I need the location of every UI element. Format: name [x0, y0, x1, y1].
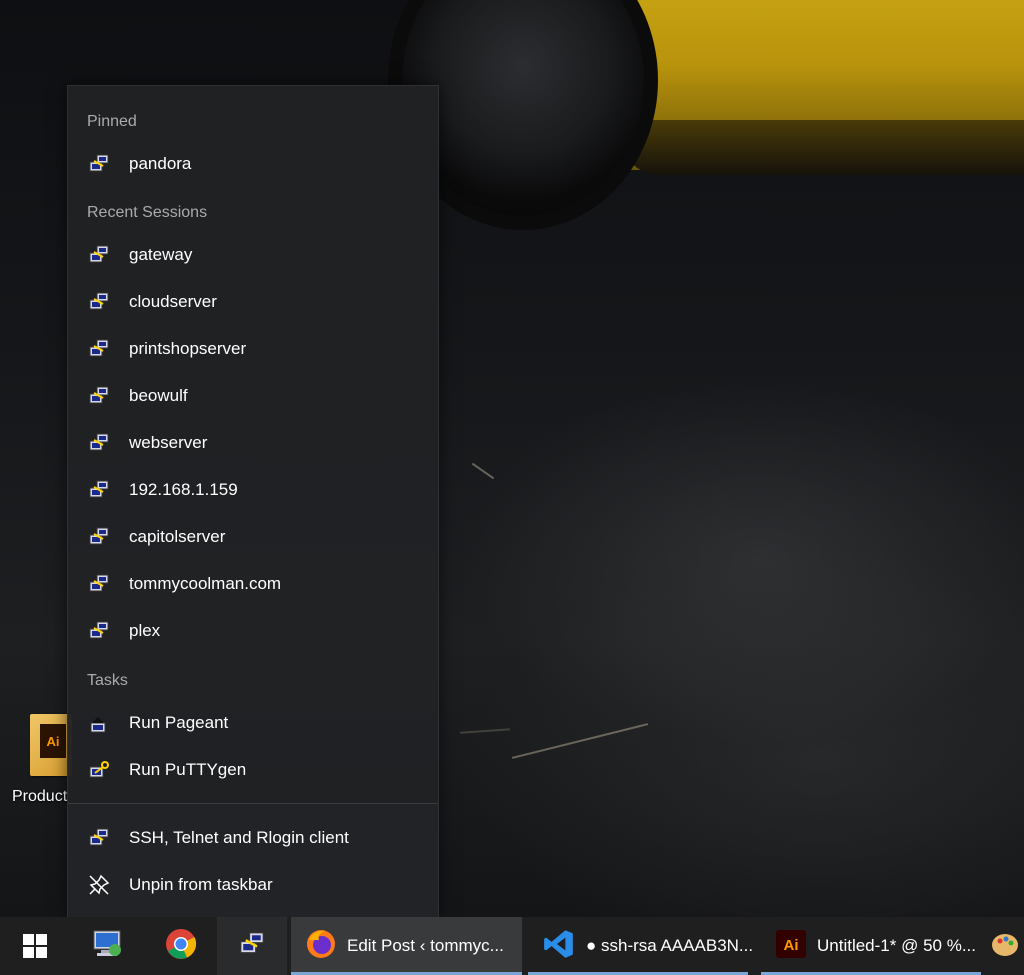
putty-session-icon	[87, 478, 111, 502]
jumplist-task-run-puttygen[interactable]: Run PuTTYgen	[68, 749, 438, 791]
jumplist-item-beowulf[interactable]: beowulf	[68, 375, 438, 417]
illustrator-icon: Ai	[775, 928, 807, 965]
wallpaper-streak	[471, 462, 495, 480]
wallpaper-streak	[459, 728, 511, 734]
jumplist-item-label: gateway	[129, 245, 193, 264]
svg-text:Ai: Ai	[784, 937, 799, 954]
putty-icon	[87, 826, 111, 850]
jumplist-item-tommycoolman[interactable]: tommycoolman.com	[68, 563, 438, 605]
jumplist-task-label: Run Pageant	[129, 713, 229, 732]
unpin-icon	[87, 873, 111, 897]
taskbar-app-label: Untitled-1* @ 50 %...	[817, 936, 976, 955]
taskbar: Edit Post ‹ tommyc... ● ssh-rsa AAAAB3N.…	[0, 917, 1024, 975]
this-pc-icon	[91, 928, 125, 965]
paint-icon	[990, 929, 1020, 964]
jumplist-footer-label: Unpin from taskbar	[129, 875, 273, 894]
pinned-header: Pinned	[87, 113, 137, 130]
wallpaper-streak	[511, 723, 649, 759]
desktop-icon-label: Product	[12, 788, 68, 805]
jumplist-divider	[68, 803, 438, 804]
jumplist-item-capitolserver[interactable]: capitolserver	[68, 516, 438, 558]
chrome-icon	[165, 928, 197, 965]
jumplist-item-label: webserver	[129, 433, 208, 452]
jumplist-item-pandora[interactable]: pandora	[68, 143, 438, 185]
taskbar-app-label: Edit Post ‹ tommyc...	[347, 936, 504, 955]
putty-session-icon	[87, 431, 111, 455]
putty-icon	[237, 929, 267, 964]
jumplist-item-label: printshopserver	[129, 339, 247, 358]
vscode-icon	[542, 927, 576, 966]
jumplist-unpin-from-taskbar[interactable]: Unpin from taskbar	[68, 864, 438, 906]
jumplist-item-label: 192.168.1.159	[129, 480, 238, 499]
taskbar-this-pc[interactable]	[73, 917, 143, 975]
illustrator-file-badge: Ai	[40, 724, 66, 758]
jumplist-footer-label: SSH, Telnet and Rlogin client	[129, 828, 349, 847]
jumplist-item-label: capitolserver	[129, 527, 226, 546]
putty-session-icon	[87, 619, 111, 643]
jumplist-item-label: beowulf	[129, 386, 188, 405]
putty-session-icon	[87, 525, 111, 549]
taskbar-chrome[interactable]	[146, 917, 216, 975]
jumplist-item-label: cloudserver	[129, 292, 217, 311]
taskbar-app-label: ● ssh-rsa AAAAB3N...	[586, 936, 754, 955]
puttygen-icon	[87, 758, 111, 782]
tasks-header: Tasks	[87, 672, 128, 689]
putty-session-icon	[87, 243, 111, 267]
recent-sessions-header: Recent Sessions	[87, 204, 208, 221]
putty-session-icon	[87, 337, 111, 361]
pageant-icon	[87, 711, 111, 735]
taskbar-illustrator[interactable]: Ai Untitled-1* @ 50 %...	[761, 917, 981, 975]
taskbar-putty[interactable]	[217, 917, 287, 975]
wallpaper-car-sill	[620, 120, 1024, 175]
taskbar-vscode[interactable]: ● ssh-rsa AAAAB3N...	[528, 917, 753, 975]
putty-session-icon	[87, 572, 111, 596]
putty-session-icon	[87, 152, 111, 176]
windows-start-icon	[23, 934, 47, 958]
jumplist-item-label: tommycoolman.com	[129, 574, 282, 593]
jumplist-item-192-168-1-159[interactable]: 192.168.1.159	[68, 469, 438, 511]
jumplist-item-label: pandora	[129, 154, 192, 173]
jumplist-item-printshopserver[interactable]: printshopserver	[68, 328, 438, 370]
putty-jump-list: Pinned pandora Recent Sessions gateway c…	[67, 85, 439, 917]
jumplist-open-putty[interactable]: SSH, Telnet and Rlogin client	[68, 817, 438, 859]
jumplist-item-plex[interactable]: plex	[68, 610, 438, 652]
start-button[interactable]	[0, 917, 70, 975]
firefox-icon	[305, 928, 337, 965]
jumplist-task-label: Run PuTTYgen	[129, 760, 247, 779]
jumplist-item-label: plex	[129, 621, 161, 640]
putty-session-icon	[87, 290, 111, 314]
putty-session-icon	[87, 384, 111, 408]
jumplist-task-run-pageant[interactable]: Run Pageant	[68, 702, 438, 744]
jumplist-item-gateway[interactable]: gateway	[68, 234, 438, 276]
jumplist-item-webserver[interactable]: webserver	[68, 422, 438, 464]
jumplist-item-cloudserver[interactable]: cloudserver	[68, 281, 438, 323]
taskbar-paint[interactable]	[990, 917, 1024, 975]
taskbar-firefox[interactable]: Edit Post ‹ tommyc...	[291, 917, 522, 975]
